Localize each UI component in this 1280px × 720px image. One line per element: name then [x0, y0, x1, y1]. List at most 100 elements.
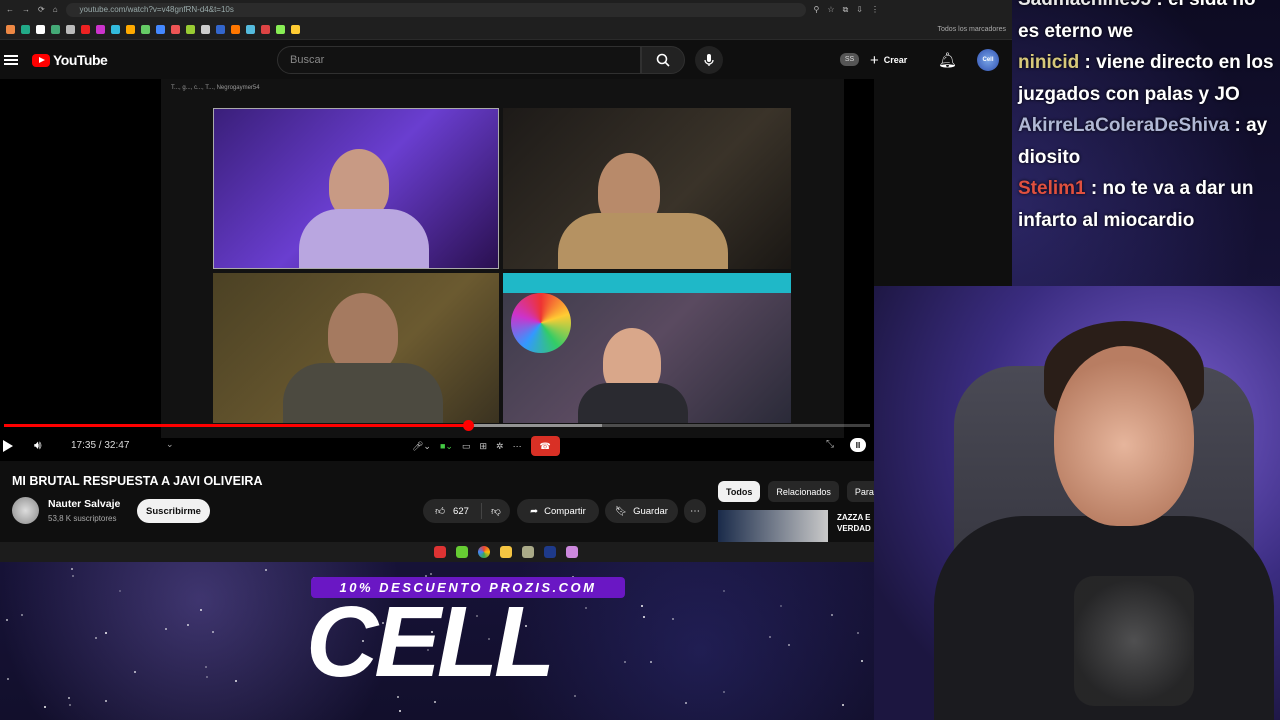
star-dot — [433, 700, 436, 703]
fullscreen-exit-icon[interactable]: ⤡ — [826, 439, 834, 450]
all-bookmarks-label[interactable]: Todos los marcadores — [938, 26, 1006, 33]
taskbar-app-icon[interactable] — [456, 546, 468, 558]
video-call-tile — [213, 108, 499, 269]
bookmark-icon[interactable] — [156, 24, 165, 34]
related-video-thumbnail[interactable] — [718, 510, 828, 542]
browser-window: ← → ⟳ ⌂ youtube.com/watch?v=v48gnfRN-d4&… — [0, 0, 1012, 562]
star-dot — [861, 660, 864, 663]
bookmark-icon[interactable] — [216, 24, 225, 34]
chevron-down-icon[interactable]: ⌄ — [166, 439, 174, 450]
call-camera-icon[interactable]: ■⌄ — [440, 441, 453, 452]
layout-icon[interactable]: ⊞ — [479, 441, 487, 452]
video-progress-bar[interactable] — [4, 420, 870, 431]
bookmark-icon[interactable] — [126, 24, 135, 34]
photoshop-icon[interactable] — [544, 546, 556, 558]
star-dot — [684, 702, 687, 705]
voice-search-button[interactable] — [695, 46, 723, 74]
call-mic-icon[interactable]: 🎤︎⌄ — [412, 441, 431, 452]
star-dot — [779, 604, 782, 607]
bookmark-icon[interactable] — [201, 24, 210, 34]
create-button[interactable]: + Crear — [870, 49, 907, 71]
channel-avatar[interactable] — [12, 497, 39, 524]
star-dot — [212, 631, 215, 634]
account-avatar[interactable]: Cell — [977, 49, 999, 71]
search-button[interactable] — [641, 46, 685, 74]
more-actions-button[interactable]: ⋯ — [684, 499, 706, 523]
end-call-button[interactable]: ☎︎ — [530, 436, 560, 456]
dislike-button[interactable]: 👎︎ — [482, 505, 510, 517]
back-icon[interactable]: ← — [6, 5, 14, 14]
like-count: 627 — [453, 505, 469, 517]
chat-message: Sadmachine95 : el sida no es eterno we — [1014, 0, 1280, 47]
like-button[interactable]: 👍︎ 627 — [423, 503, 482, 519]
taskbar-app-icon[interactable] — [434, 546, 446, 558]
star-dot — [429, 572, 432, 575]
bookmark-icon[interactable] — [66, 24, 75, 34]
extensions-icon[interactable]: ⧉ — [843, 5, 849, 15]
bookmark-icon[interactable] — [81, 24, 90, 34]
search-input[interactable]: Buscar — [277, 46, 641, 74]
youtube-logo[interactable]: YouTube — [32, 52, 108, 68]
video-title: MI BRUTAL RESPUESTA A JAVI OLIVEIRA — [12, 474, 263, 488]
bookmark-star-icon[interactable]: ☆ — [827, 5, 834, 14]
bookmark-icon[interactable] — [21, 24, 30, 34]
bookmark-icon[interactable] — [231, 24, 240, 34]
bookmark-icon[interactable] — [141, 24, 150, 34]
star-dot — [857, 631, 860, 634]
subscribe-button[interactable]: Suscribirme — [137, 499, 210, 523]
taskbar-app-icon[interactable] — [522, 546, 534, 558]
url-field[interactable]: youtube.com/watch?v=v48gnfRN-d4&t=10s — [65, 2, 806, 17]
bookmark-icon[interactable] — [261, 24, 270, 34]
captions-icon[interactable]: ▭ — [462, 441, 471, 452]
reload-icon[interactable]: ⟳ — [38, 5, 45, 14]
star-dot — [134, 671, 137, 674]
logo-text: YouTube — [53, 52, 108, 68]
channel-name[interactable]: Nauter Salvaje — [48, 498, 120, 510]
star-dot — [264, 569, 267, 572]
menu-hamburger-icon[interactable] — [4, 55, 18, 65]
bookmark-icon[interactable] — [111, 24, 120, 34]
related-video-title[interactable]: ZAZZA E VERDAD — [837, 512, 871, 534]
chrome-icon[interactable] — [478, 546, 490, 558]
taskbar-app-icon[interactable] — [566, 546, 578, 558]
youtube-play-icon — [32, 53, 50, 67]
share-button[interactable]: ➦ Compartir — [517, 499, 599, 523]
star-dot — [672, 617, 675, 620]
bookmark-icon[interactable] — [246, 24, 255, 34]
volume-icon[interactable]: 🔊︎ — [34, 438, 42, 453]
star-dot — [6, 618, 9, 621]
menu-dots-icon[interactable]: ⋮ — [871, 5, 879, 14]
bookmark-icon[interactable] — [96, 24, 105, 34]
zoom-icon[interactable]: ⚲ — [814, 5, 820, 14]
play-icon[interactable] — [3, 440, 13, 452]
thumbs-up-icon: 👍︎ — [435, 506, 446, 517]
home-icon[interactable]: ⌂ — [53, 5, 58, 14]
chip-all[interactable]: Todos — [718, 481, 761, 502]
save-button[interactable]: 🔖︎ Guardar — [605, 499, 678, 523]
participant-body — [299, 209, 429, 268]
notifications-bell-icon[interactable]: 🔔︎ — [938, 51, 957, 69]
chat-message: ninicid : viene directo en los juzgados … — [1014, 47, 1280, 110]
bookmark-icon[interactable] — [6, 24, 15, 34]
effects-icon[interactable]: ✲ — [496, 441, 504, 452]
download-icon[interactable]: ⇩ — [856, 5, 863, 14]
plus-icon: + — [870, 51, 879, 69]
bookmark-icon[interactable] — [291, 24, 300, 34]
folder-icon[interactable] — [500, 546, 512, 558]
streamer-face — [1054, 346, 1194, 526]
autoplay-toggle[interactable]: II — [850, 438, 866, 452]
thumbs-down-icon: 👎︎ — [491, 506, 501, 517]
chat-username: Sadmachine95 — [1018, 0, 1151, 10]
chip-related[interactable]: Relacionados — [768, 481, 839, 502]
bookmark-icon[interactable] — [36, 24, 45, 34]
bookmark-icon[interactable] — [51, 24, 60, 34]
forward-icon[interactable]: → — [22, 5, 30, 14]
bookmark-icon[interactable] — [276, 24, 285, 34]
ss-badge[interactable]: SS — [840, 53, 859, 66]
shirt-graphic — [1074, 576, 1194, 706]
bookmark-icon[interactable] — [171, 24, 180, 34]
bookmark-icon[interactable] — [186, 24, 195, 34]
video-player[interactable]: T..., g..., c..., T..., Negrogaymer54 — [0, 79, 874, 461]
video-call-tile — [213, 273, 499, 423]
more-options-icon[interactable]: ⋯ — [513, 441, 522, 452]
